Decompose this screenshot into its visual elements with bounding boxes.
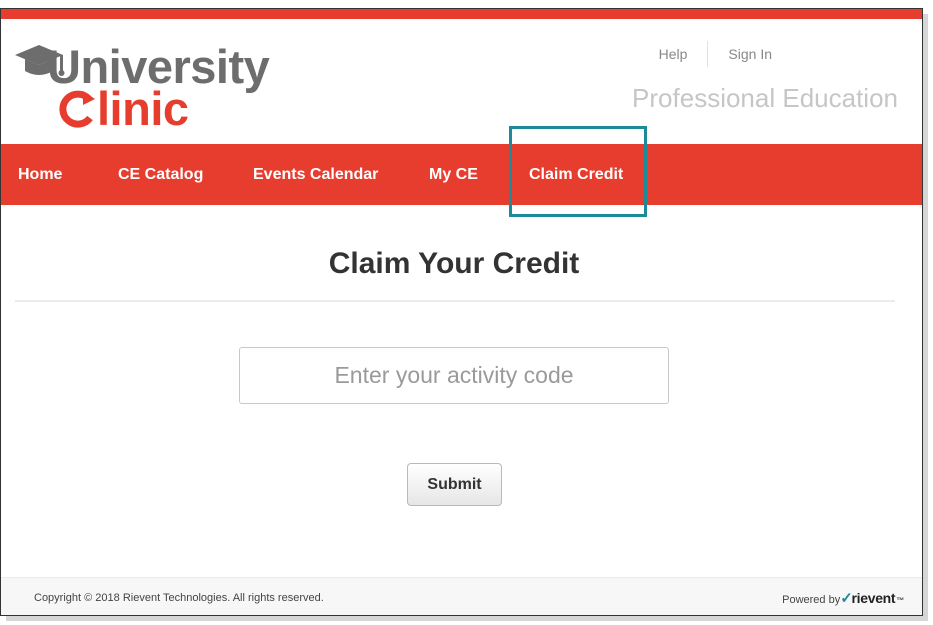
nav-events-calendar[interactable]: Events Calendar xyxy=(253,144,378,205)
main-navbar: Home CE Catalog Events Calendar My CE Cl… xyxy=(1,144,922,205)
window-shadow-right xyxy=(923,14,928,619)
footer: Copyright © 2018 Rievent Technologies. A… xyxy=(1,577,922,615)
activity-code-input[interactable] xyxy=(239,347,669,404)
logo-text-clinic: linic xyxy=(59,85,189,132)
title-divider xyxy=(15,300,895,302)
university-clinic-logo[interactable]: University linic xyxy=(13,37,283,132)
refresh-arrow-c-icon xyxy=(59,90,95,128)
nav-home[interactable]: Home xyxy=(18,144,62,205)
top-accent-stripe xyxy=(1,9,922,19)
nav-my-ce[interactable]: My CE xyxy=(429,144,478,205)
site-tagline: Professional Education xyxy=(632,83,898,113)
powered-by-label: Powered by xyxy=(782,594,841,606)
utility-nav: Help Sign In xyxy=(639,41,792,67)
rievent-logo-text: rievent xyxy=(851,590,896,606)
page-title: Claim Your Credit xyxy=(328,247,580,280)
sign-in-link[interactable]: Sign In xyxy=(708,44,792,64)
claim-credit-highlight xyxy=(509,126,647,217)
rievent-logo[interactable]: ✓ rievent ™ xyxy=(840,589,904,607)
submit-button[interactable]: Submit xyxy=(407,463,502,506)
window-shadow-bottom xyxy=(6,616,928,621)
nav-ce-catalog[interactable]: CE Catalog xyxy=(118,144,203,205)
copyright-text: Copyright © 2018 Rievent Technologies. A… xyxy=(34,592,324,604)
powered-by: Powered by ✓ rievent ™ xyxy=(782,589,904,607)
trademark-symbol: ™ xyxy=(896,596,904,605)
help-link[interactable]: Help xyxy=(639,44,708,64)
browser-page: University linic Help Sign In Profession… xyxy=(0,8,923,616)
